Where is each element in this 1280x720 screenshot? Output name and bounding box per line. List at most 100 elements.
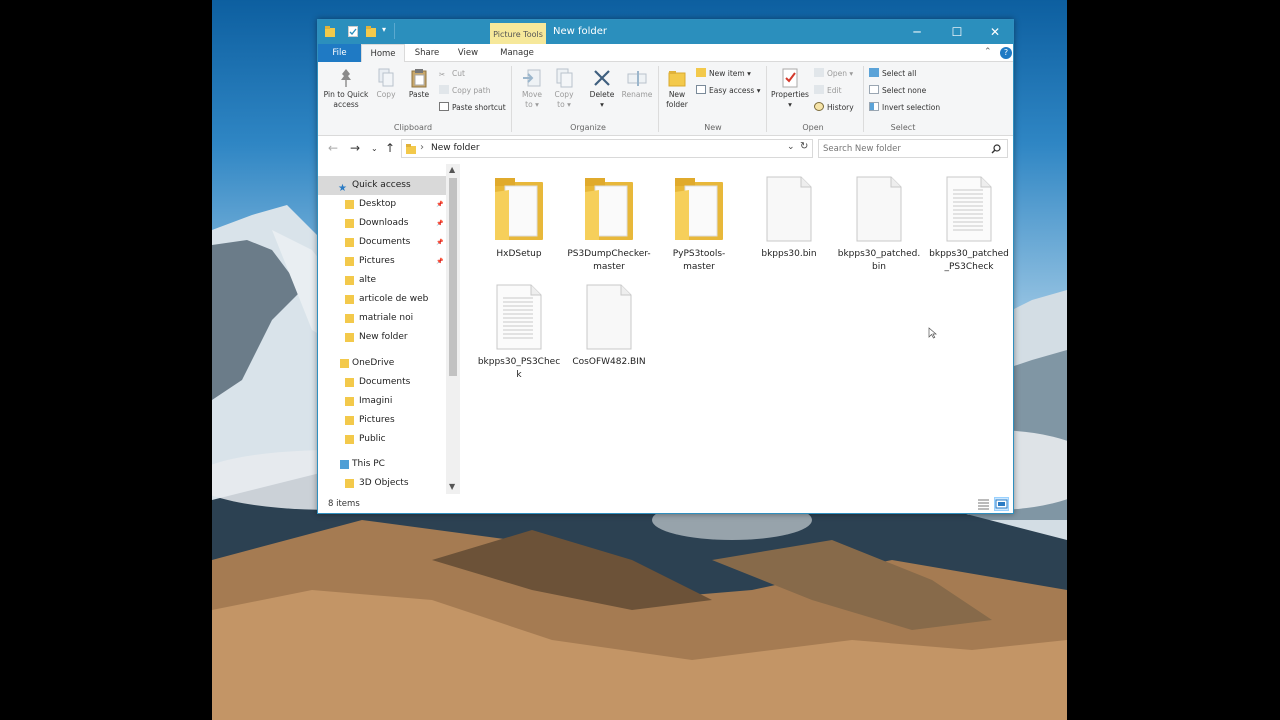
forward-arrow-icon[interactable]: → — [350, 141, 360, 155]
cut-button[interactable]: ✂ Cut — [439, 68, 465, 80]
nav-this-pc[interactable]: This PC — [318, 455, 446, 474]
nav-item-pc-0[interactable]: 3D Objects — [318, 474, 446, 493]
file-item[interactable]: bkpps30_PS3Check — [477, 284, 561, 382]
history-button[interactable]: History — [814, 102, 854, 114]
tab-share[interactable]: Share — [410, 44, 444, 62]
group-separator — [511, 66, 512, 132]
collapse-ribbon-icon[interactable]: ⌃ — [984, 47, 992, 57]
nav-label: articole de web — [359, 294, 429, 304]
move-to-button[interactable]: Move to ▾ — [518, 68, 546, 110]
nav-item-quick-0[interactable]: Desktop 📌 — [318, 195, 446, 214]
help-icon[interactable]: ? — [1000, 47, 1012, 59]
nav-item-quick-5[interactable]: articole de web — [318, 290, 446, 309]
back-arrow-icon[interactable]: ← — [328, 141, 338, 155]
close-button[interactable]: ✕ — [976, 20, 1014, 44]
paste-shortcut-button[interactable]: Paste shortcut — [439, 102, 506, 114]
new-item-button[interactable]: New item ▾ — [696, 68, 751, 80]
search-input[interactable] — [823, 142, 985, 155]
pin-to-quick-access-button[interactable]: Pin to Quick access — [322, 68, 370, 110]
folder-icon — [406, 144, 416, 154]
paste-button[interactable]: Paste — [404, 68, 434, 100]
pin-icon[interactable]: 📌 — [436, 214, 443, 233]
delete-button[interactable]: Delete ▾ — [586, 68, 618, 110]
address-dropdown-chevron-icon[interactable]: ⌄ — [787, 142, 795, 152]
search-box[interactable] — [818, 139, 1008, 158]
nav-item-onedrive-1[interactable]: Imagini — [318, 392, 446, 411]
title-bar[interactable]: ▾ Picture Tools New folder ─ ☐ ✕ — [318, 20, 1013, 44]
nav-onedrive[interactable]: OneDrive — [318, 354, 446, 373]
select-none-button[interactable]: Select none — [869, 85, 926, 97]
history-icon — [814, 102, 824, 111]
copy-button[interactable]: Copy — [372, 68, 400, 100]
recent-locations-chevron-icon[interactable]: ⌄ — [371, 144, 378, 153]
nav-item-onedrive-0[interactable]: Documents — [318, 373, 446, 392]
select-all-button[interactable]: Select all — [869, 68, 916, 80]
folder-icon — [345, 219, 354, 228]
search-icon[interactable] — [991, 144, 1001, 154]
copy-path-button[interactable]: Copy path — [439, 85, 490, 97]
file-item[interactable]: bkpps30_patched_PS3Check — [927, 176, 1011, 274]
nav-scrollbar-thumb[interactable] — [449, 178, 457, 376]
nav-quick-access[interactable]: ★ Quick access — [318, 176, 446, 195]
address-bar[interactable]: › New folder ⌄ ↻ — [401, 139, 813, 158]
pin-icon[interactable]: 📌 — [436, 195, 443, 214]
file-name: CosOFW482.BIN — [572, 357, 646, 367]
qat-dropdown-icon[interactable]: ▾ — [382, 25, 392, 36]
new-folder-label-2: folder — [666, 100, 688, 109]
folder-icon — [345, 333, 354, 342]
minimize-button[interactable]: ─ — [898, 20, 936, 44]
group-separator — [766, 66, 767, 132]
file-name: HxDSetup — [496, 249, 542, 259]
tab-manage[interactable]: Manage — [494, 44, 540, 62]
select-all-label: Select all — [882, 69, 917, 78]
move-to-label-1: Move — [521, 90, 543, 99]
nav-item-quick-4[interactable]: alte — [318, 271, 446, 290]
delete-label-1: Delete — [589, 90, 615, 99]
pin-icon[interactable]: 📌 — [436, 252, 443, 271]
file-item[interactable]: PyPS3tools-master — [657, 176, 741, 274]
rename-button[interactable]: Rename — [620, 68, 654, 100]
new-folder-button[interactable]: New folder — [662, 68, 692, 110]
nav-item-quick-3[interactable]: Pictures 📌 — [318, 252, 446, 271]
pin-icon[interactable]: 📌 — [436, 233, 443, 252]
nav-scrollbar[interactable]: ▲ ▼ — [446, 164, 460, 494]
file-item[interactable]: CosOFW482.BIN — [567, 284, 651, 369]
easy-access-icon — [696, 85, 706, 94]
properties-button[interactable]: Properties ▾ — [770, 68, 810, 110]
nav-label: alte — [359, 275, 377, 285]
file-item[interactable]: HxDSetup — [477, 176, 561, 261]
nav-item-quick-6[interactable]: matriale noi — [318, 309, 446, 328]
file-name: bkpps30_patched.bin — [837, 249, 921, 272]
select-group-label: Select — [890, 123, 916, 132]
nav-item-onedrive-3[interactable]: Public — [318, 430, 446, 449]
maximize-button[interactable]: ☐ — [938, 20, 976, 44]
properties-qat-icon[interactable] — [348, 26, 358, 37]
scroll-up-arrow-icon[interactable]: ▲ — [449, 165, 455, 174]
open-button[interactable]: Open ▾ — [814, 68, 853, 80]
file-item[interactable]: bkpps30_patched.bin — [837, 176, 921, 274]
file-icon — [766, 176, 812, 242]
nav-item-quick-2[interactable]: Documents 📌 — [318, 233, 446, 252]
select-none-label: Select none — [882, 86, 927, 95]
copy-icon — [378, 68, 394, 87]
scroll-down-arrow-icon[interactable]: ▼ — [449, 482, 455, 491]
nav-item-onedrive-2[interactable]: Pictures — [318, 411, 446, 430]
tab-file[interactable]: File — [318, 44, 361, 62]
nav-item-quick-1[interactable]: Downloads 📌 — [318, 214, 446, 233]
new-folder-qat-icon[interactable] — [366, 26, 376, 37]
details-view-icon[interactable] — [976, 497, 991, 511]
large-icons-view-icon[interactable] — [994, 497, 1009, 511]
file-item[interactable]: bkpps30.bin — [747, 176, 831, 261]
refresh-icon[interactable]: ↻ — [800, 141, 808, 152]
folder-icon — [345, 314, 354, 323]
up-arrow-icon[interactable]: ↑ — [385, 141, 395, 155]
nav-item-quick-7[interactable]: New folder — [318, 328, 446, 347]
tab-home[interactable]: Home — [361, 44, 405, 63]
tab-view[interactable]: View — [452, 44, 484, 62]
easy-access-button[interactable]: Easy access ▾ — [696, 85, 761, 97]
invert-selection-button[interactable]: Invert selection — [869, 102, 940, 114]
file-item[interactable]: PS3DumpChecker-master — [567, 176, 651, 274]
breadcrumb-new-folder[interactable]: New folder — [431, 143, 480, 153]
edit-button[interactable]: Edit — [814, 85, 842, 97]
copy-to-button[interactable]: Copy to ▾ — [550, 68, 578, 110]
